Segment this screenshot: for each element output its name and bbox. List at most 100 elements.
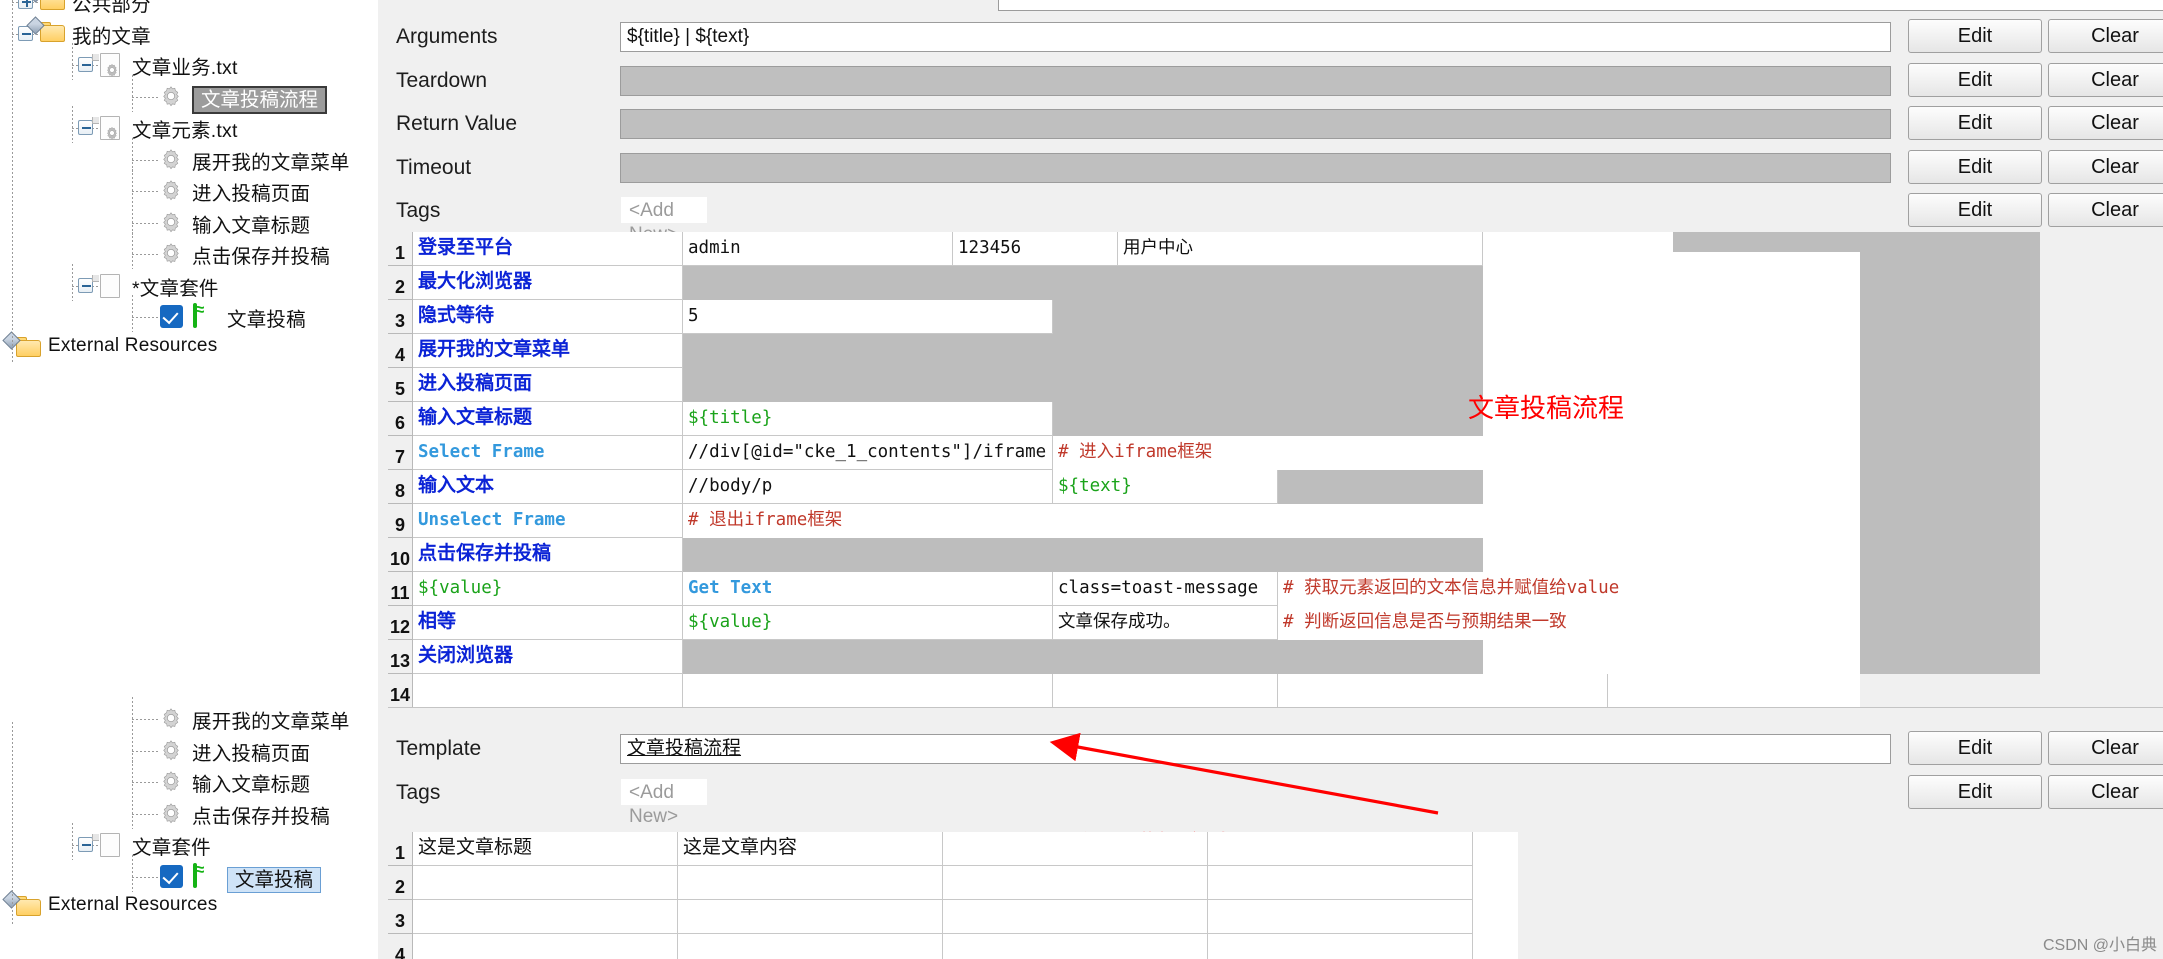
testcase-tags-add-new[interactable]: <Add New> <box>620 778 708 827</box>
pane-divider[interactable] <box>388 707 2163 716</box>
grid-cell[interactable] <box>683 640 1483 674</box>
grid-cell[interactable] <box>1208 866 1473 900</box>
grid-cell[interactable]: # 获取元素返回的文本信息并赋值给value <box>1278 572 1748 606</box>
grid-cell[interactable] <box>683 368 1483 402</box>
grid-cell[interactable]: Get Text <box>683 572 1053 606</box>
grid-cell[interactable]: # 退出iframe框架 <box>683 504 1483 538</box>
grid-cell[interactable] <box>413 934 678 959</box>
grid-cell[interactable] <box>1208 900 1473 934</box>
field-edit-button[interactable]: Edit <box>1908 149 2042 184</box>
table-row[interactable]: 5 进入投稿页面 <box>388 368 1860 402</box>
table-row[interactable]: 1 这是文章标题 这是文章内容 <box>388 832 1518 866</box>
tree-item[interactable]: 文章投稿 <box>0 295 378 332</box>
grid-cell[interactable]: 这是文章标题 <box>413 832 678 866</box>
testcase-tags-edit-button[interactable]: Edit <box>1908 775 2042 809</box>
grid-cell[interactable]: # 判断返回信息是否与预期结果一致 <box>1278 606 1748 640</box>
grid-cell[interactable]: Unselect Frame <box>413 504 683 538</box>
tree-item[interactable]: 输入文章标题 <box>0 200 378 238</box>
grid-cell[interactable] <box>683 266 1483 300</box>
grid-cell[interactable]: 这是文章内容 <box>678 832 943 866</box>
tree-item[interactable]: 进入投稿页面 <box>0 728 378 766</box>
project-tree-upper[interactable]: 公共部分 我的文章 文章业务.txt 文章投稿流程 文章元素.txt 展开我的文章菜单 进入… <box>0 0 378 722</box>
tree-item[interactable]: *文章套件 <box>0 263 378 301</box>
grid-cell[interactable]: ${title} <box>683 402 1053 436</box>
table-row[interactable]: 10 点击保存并投稿 <box>388 538 1860 572</box>
grid-cell[interactable]: 进入投稿页面 <box>413 368 683 402</box>
field-edit-button[interactable]: Edit <box>1908 19 2042 53</box>
name-field-remnant[interactable] <box>998 0 2163 11</box>
testcase-tags-clear-button[interactable]: Clear <box>2048 775 2163 809</box>
tree-item[interactable]: 文章业务.txt <box>0 43 378 80</box>
field-edit-button[interactable]: Edit <box>1908 106 2042 140</box>
tree-checkbox[interactable] <box>160 864 183 888</box>
grid-cell[interactable]: //body/p <box>683 470 1053 504</box>
field-clear-button[interactable]: Clear <box>2048 106 2163 140</box>
tree-item[interactable]: 展开我的文章菜单 <box>0 697 378 734</box>
tree-item[interactable]: External Resources <box>0 330 378 364</box>
project-tree-lower[interactable]: 展开我的文章菜单进入投稿页面输入文章标题点击保存并投稿文章套件文章投稿 Exter… <box>0 697 378 959</box>
tree-expander[interactable] <box>78 57 93 72</box>
tree-expander[interactable] <box>18 0 33 9</box>
tree-expander[interactable] <box>78 277 93 293</box>
tree-item[interactable]: 文章元素.txt <box>0 106 378 143</box>
table-row[interactable]: 2 <box>388 866 1518 900</box>
tree-item[interactable]: 点击保存并投稿 <box>0 232 378 269</box>
template-edit-button[interactable]: Edit <box>1908 731 2042 765</box>
table-row[interactable]: 14 <box>388 674 1860 708</box>
grid-cell[interactable] <box>943 900 1208 934</box>
table-row[interactable]: 11 ${value} Get Text class=toast-message # 获… <box>388 572 1860 606</box>
table-row[interactable]: 2 最大化浏览器 <box>388 266 1860 300</box>
grid-cell[interactable]: Select Frame <box>413 436 683 470</box>
keyword-steps-grid[interactable]: 1 登录至平台 admin 123456 用户中心 2 最大化浏览器 3 隐式等待 5 4 展开我的文… <box>388 232 1860 708</box>
keyword-tags-edit-button[interactable]: Edit <box>1908 193 2042 227</box>
grid-cell[interactable]: admin <box>683 232 953 266</box>
grid-cell[interactable]: 输入文章标题 <box>413 402 683 436</box>
grid-cell[interactable]: 关闭浏览器 <box>413 640 683 674</box>
table-row[interactable]: 4 <box>388 934 1518 959</box>
field-input[interactable] <box>620 65 1891 96</box>
table-row[interactable]: 3 隐式等待 5 <box>388 300 1860 334</box>
tree-item[interactable]: 文章投稿 <box>0 854 378 893</box>
tree-item[interactable]: 展开我的文章菜单 <box>0 137 378 175</box>
table-row[interactable]: 8 输入文本//body/p ${text} <box>388 470 1860 504</box>
table-row[interactable]: 13 关闭浏览器 <box>388 640 1860 674</box>
tree-item[interactable]: External Resources <box>0 890 378 923</box>
grid-cell[interactable] <box>1208 934 1473 959</box>
grid-cell[interactable] <box>678 900 943 934</box>
grid-cell[interactable] <box>683 538 1483 572</box>
grid-cell[interactable] <box>683 674 1053 708</box>
grid-cell[interactable] <box>1053 402 1483 436</box>
grid-cell[interactable] <box>413 900 678 934</box>
grid-cell[interactable] <box>1053 300 1483 334</box>
grid-cell[interactable] <box>678 866 943 900</box>
tree-item[interactable]: 文章投稿流程 <box>0 74 378 114</box>
tree-item[interactable]: 输入文章标题 <box>0 760 378 797</box>
grid-cell[interactable] <box>943 866 1208 900</box>
testcase-data-grid[interactable]: 1 这是文章标题 这是文章内容 2 3 4 <box>388 832 1518 959</box>
grid-cell[interactable]: ${text} <box>1053 470 1278 504</box>
grid-cell[interactable]: //div[@id="cke_1_contents"]/iframe <box>683 436 1053 470</box>
grid-cell[interactable]: 123456 <box>953 232 1118 266</box>
grid-cell[interactable] <box>683 334 1483 368</box>
grid-cell[interactable] <box>943 934 1208 959</box>
grid-cell[interactable]: 最大化浏览器 <box>413 266 683 300</box>
tree-item[interactable]: 进入投稿页面 <box>0 169 378 206</box>
field-input[interactable] <box>620 109 1891 139</box>
grid-cell[interactable] <box>413 866 678 900</box>
grid-cell[interactable]: ${value} <box>413 572 683 606</box>
grid-cell[interactable]: 文章保存成功。 <box>1053 606 1278 640</box>
table-row[interactable]: 4 展开我的文章菜单 <box>388 334 1860 368</box>
tree-item[interactable]: 文章套件 <box>0 823 378 860</box>
table-row[interactable]: 7 Select Frame//div[@id="cke_1_contents"]… <box>388 436 1860 470</box>
field-clear-button[interactable]: Clear <box>2048 19 2163 53</box>
grid-cell[interactable]: ${value} <box>683 606 1053 640</box>
table-row[interactable]: 6 输入文章标题 ${title} <box>388 402 1860 436</box>
table-row[interactable]: 3 <box>388 900 1518 934</box>
grid-cell[interactable] <box>413 674 683 708</box>
grid-cell[interactable]: class=toast-message <box>1053 572 1278 606</box>
grid-cell[interactable] <box>1208 832 1473 866</box>
tree-expander[interactable] <box>78 837 93 852</box>
keyword-tags-clear-button[interactable]: Clear <box>2048 193 2163 227</box>
grid-cell[interactable]: 点击保存并投稿 <box>413 538 683 572</box>
keyword-tags-add-new[interactable]: <Add New> <box>620 196 708 245</box>
